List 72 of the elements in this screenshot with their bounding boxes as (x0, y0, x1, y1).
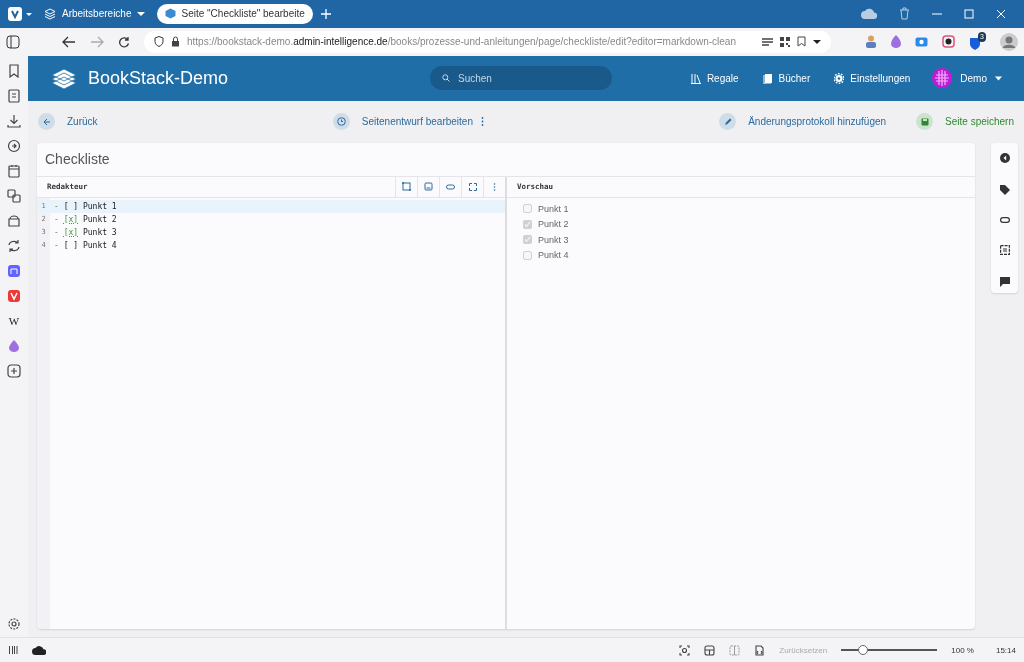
back-arrow-icon (42, 117, 51, 126)
notes-icon[interactable] (7, 88, 21, 103)
caret-icon[interactable] (813, 38, 821, 45)
caret-icon (137, 10, 146, 17)
trash-icon[interactable] (899, 7, 910, 21)
page-title: Checkliste (37, 142, 975, 177)
wikipedia-panel-button[interactable]: W (8, 313, 20, 328)
calendar-icon[interactable] (7, 163, 21, 178)
zoom-level: 100 % (951, 645, 974, 655)
capture-icon[interactable] (679, 644, 691, 656)
slider-thumb[interactable] (858, 645, 869, 655)
nav-link[interactable]: Regale (690, 72, 739, 84)
back-icon[interactable] (62, 35, 76, 48)
cube-icon (165, 8, 177, 20)
nav-link[interactable]: Einstellungen (834, 72, 911, 84)
address-field[interactable]: https://bookstack-demo.admin-intelligence.de/books/prozesse-und-anleitungen/page/checkliste/edit?editor=markdown-clean (144, 30, 831, 53)
avatar-icon (932, 68, 953, 89)
link-icon (446, 183, 455, 190)
lock-icon (171, 36, 180, 48)
back-button[interactable]: Zurück (38, 113, 98, 131)
shield-icon (969, 37, 981, 52)
edit-draft-button[interactable]: Seitenentwurf bearbeiten (332, 113, 473, 131)
caret-icon (995, 75, 1002, 81)
bookmark-icon[interactable] (797, 36, 806, 48)
screen-icon[interactable] (915, 36, 928, 47)
new-tab-icon[interactable] (320, 8, 331, 19)
sync-icon[interactable] (7, 238, 21, 253)
fullscreen-icon (468, 182, 477, 191)
pencil-icon (723, 117, 732, 126)
close-icon[interactable] (996, 8, 1006, 19)
download-icon[interactable] (7, 113, 21, 128)
settings-icon[interactable] (7, 617, 21, 632)
checklist-item: Punkt 2 (538, 219, 569, 230)
more-icon[interactable] (480, 117, 484, 127)
comment-icon[interactable] (999, 276, 1010, 287)
search-icon (442, 74, 450, 83)
url-text: https://bookstack-demo.admin-intelligence.de/books/prozesse-und-anleitungen/page/checkliste/edit?editor=markdown-clean (187, 36, 736, 48)
shield-icon (154, 36, 164, 48)
more-icon (493, 182, 496, 191)
agent-icon[interactable] (865, 35, 877, 49)
save-button[interactable]: Seite speichern (916, 113, 1014, 131)
clock-icon (336, 117, 346, 127)
save-icon (920, 117, 929, 126)
collapse-icon[interactable] (999, 152, 1010, 163)
image-icon (424, 182, 433, 192)
settings-icon (834, 72, 845, 84)
brand-name[interactable]: BookStack-Demo (88, 67, 229, 89)
user-menu[interactable]: Demo (932, 68, 1002, 89)
changelog-button[interactable]: Änderungsprotokoll hinzufügen (719, 113, 887, 131)
split-view-icon[interactable] (729, 644, 741, 656)
bookmark-icon[interactable] (7, 63, 21, 78)
checklist-item: Punkt 4 (538, 250, 569, 261)
search-field[interactable]: Suchen (430, 66, 612, 91)
avatar-icon[interactable] (1000, 32, 1018, 51)
cloud-icon[interactable] (32, 645, 46, 655)
browser-tab[interactable]: Seite "Checkliste" bearbeite (157, 3, 313, 24)
tag-icon[interactable] (999, 184, 1010, 195)
workspaces-button[interactable]: Arbeitsbereiche (40, 7, 150, 20)
reload-icon[interactable] (118, 35, 130, 48)
maximize-icon[interactable] (964, 8, 974, 19)
qr-code-icon[interactable] (780, 36, 790, 47)
checklist-item: Punkt 1 (538, 203, 569, 214)
book-icon (762, 72, 773, 84)
frame-icon (402, 182, 411, 192)
add-panel-icon[interactable] (7, 363, 21, 378)
checklist-item: Punkt 3 (538, 234, 569, 245)
nav-link[interactable]: Bücher (762, 72, 811, 84)
clock: 15:14 (995, 645, 1016, 655)
camera-lens-icon[interactable] (942, 35, 955, 49)
reader-icon[interactable] (762, 37, 773, 46)
stack-icon (44, 7, 56, 20)
shelves-icon (690, 72, 701, 84)
